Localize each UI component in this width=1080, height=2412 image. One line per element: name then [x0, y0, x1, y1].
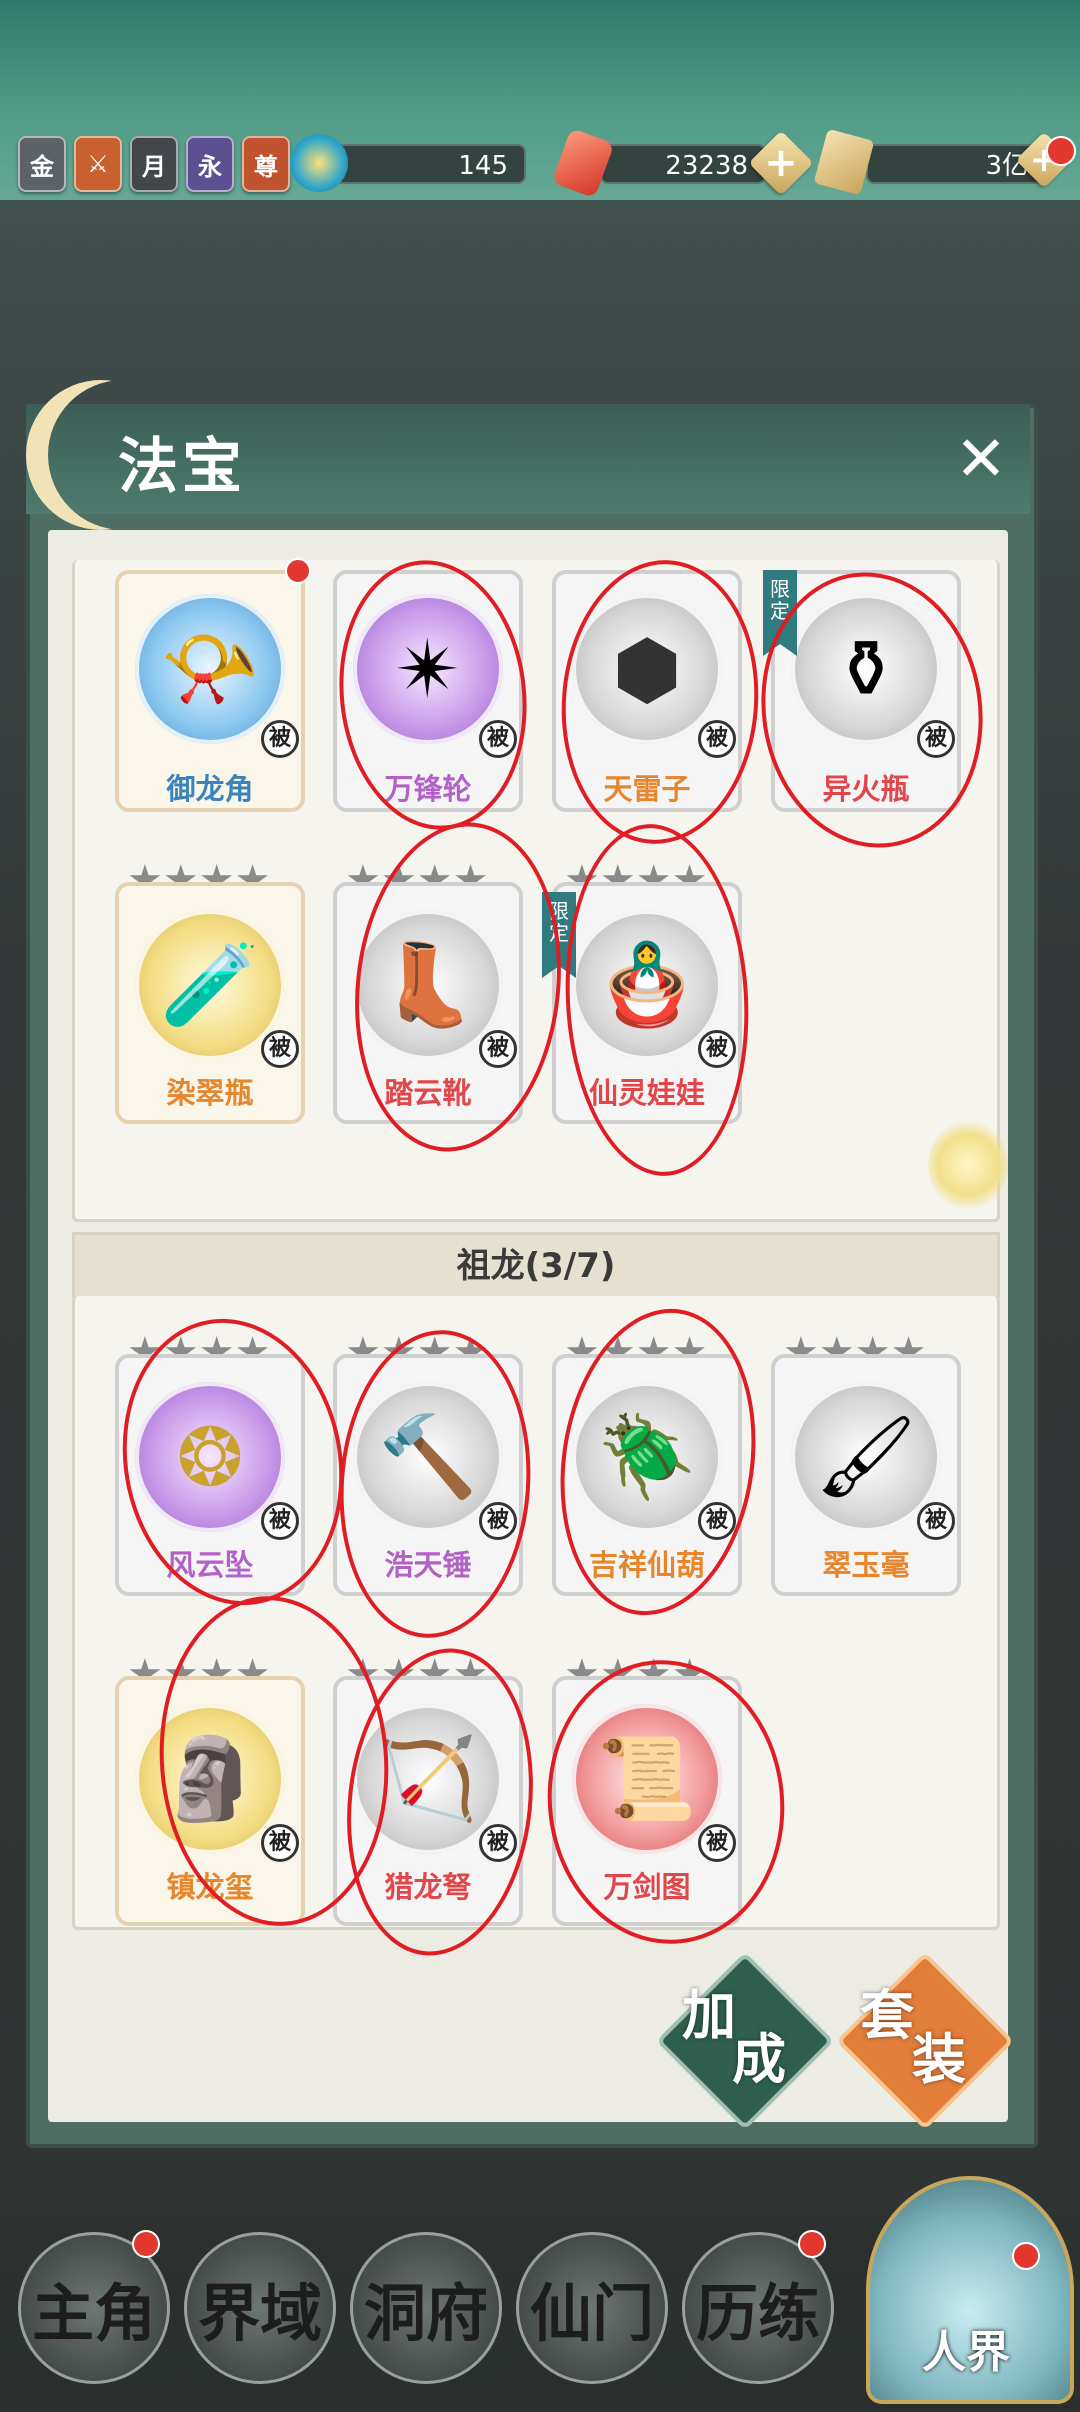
notification-dot	[798, 2230, 826, 2258]
world-realm-label: 人界	[922, 2327, 1010, 2378]
swirl-icon	[290, 134, 348, 192]
treasure-name: 仙灵娃娃	[588, 1076, 705, 1110]
bonus-label-1: 加	[682, 1983, 736, 2047]
spirit-resource-value: 145	[328, 144, 526, 184]
thunder-ball-icon: ⬢	[612, 622, 682, 716]
notification-dot	[132, 2230, 160, 2258]
nav-realm[interactable]: 界域	[184, 2232, 336, 2384]
panel-title: 法宝	[118, 432, 246, 502]
bonus-label-2: 成	[732, 2027, 786, 2091]
treasure-name: 万剑图	[603, 1870, 691, 1904]
nav-sect[interactable]: 仙门	[516, 2232, 668, 2384]
shuriken-icon: ✴	[394, 622, 462, 716]
crossed-swords-badge-icon[interactable]: ⚔	[74, 136, 122, 192]
treasure-card-zhenlongxi[interactable]: ★ ★ ★ ★ 🗿 被 镇龙玺	[115, 1654, 305, 1926]
section-title: 祖龙(3/7)	[72, 1232, 1000, 1298]
treasure-name: 翠玉毫	[822, 1548, 910, 1582]
swirl-decoration	[928, 1120, 1008, 1210]
treasure-card-tayunxue[interactable]: ★ ★ ★ ★ 👢 被 踏云靴	[333, 860, 523, 1124]
jade-bottle-icon: 🧪	[160, 938, 260, 1031]
treasure-card-fengyunzhui[interactable]: ★ ★ ★ ★ ❂ 被 风云坠	[115, 1332, 305, 1596]
notification-dot	[285, 558, 311, 584]
treasure-name: 御龙角	[166, 772, 254, 806]
horn-icon: 📯	[160, 622, 260, 715]
treasure-card-yulongjiao[interactable]: 📯 被 御龙角	[115, 570, 305, 812]
treasure-card-cuiyuhao[interactable]: ★ ★ ★ ★ 🖌 被 翠玉毫	[771, 1332, 961, 1596]
treasure-name: 风云坠	[166, 1548, 254, 1582]
treasure-name: 天雷子	[603, 772, 691, 806]
eternal-badge-icon[interactable]: 永	[186, 136, 234, 192]
nav-cave[interactable]: 洞府	[350, 2232, 502, 2384]
passive-badge: 被	[698, 720, 736, 758]
treasure-card-wanfenglun[interactable]: ✴ 被 万锋轮	[333, 570, 523, 812]
treasure-name: 猎龙弩	[384, 1870, 472, 1904]
treasure-name: 染翠瓶	[166, 1076, 254, 1110]
treasure-card-jixiangxianhu[interactable]: ★ ★ ★ ★ 🪲 被 吉祥仙葫	[552, 1332, 742, 1596]
passive-badge: 被	[479, 1030, 517, 1068]
treasure-card-yihuoping[interactable]: ⚱ 被 异火瓶 限定	[763, 570, 961, 812]
dragon-seal-icon: 🗿	[160, 1732, 260, 1825]
treasure-card-rancuiping[interactable]: ★ ★ ★ ★ 🧪 被 染翠瓶	[115, 860, 305, 1124]
set-label-2: 装	[912, 2027, 966, 2091]
passive-badge: 被	[698, 1502, 736, 1540]
treasure-name: 万锋轮	[384, 772, 472, 806]
treasure-card-tianleizi[interactable]: ⬢ 被 天雷子	[552, 570, 742, 812]
treasure-name: 浩天锤	[384, 1548, 472, 1582]
treasure-name: 异火瓶	[822, 772, 910, 806]
crossbow-icon: 🏹	[378, 1732, 478, 1825]
treasure-card-haotianchui[interactable]: ★ ★ ★ ★ 🔨 被 浩天锤	[333, 1332, 523, 1596]
beetle-icon: 🪲	[597, 1410, 697, 1503]
pendant-icon: ❂	[176, 1410, 244, 1504]
treasure-card-wanjiantu[interactable]: ★ ★ ★ ★ 📜 被 万剑图	[552, 1654, 742, 1926]
treasure-card-xianlingwawa[interactable]: ★ ★ ★ ★ 🪆 被 仙灵娃娃 限定	[542, 860, 742, 1124]
supreme-badge-icon[interactable]: 尊	[242, 136, 290, 192]
passive-badge: 被	[917, 1502, 955, 1540]
passive-badge: 被	[261, 720, 299, 758]
brush-icon: 🖌	[815, 1410, 917, 1503]
gold-badge-icon[interactable]: 金	[18, 136, 66, 192]
limited-tag: 限定	[542, 892, 576, 978]
treasure-name: 镇龙玺	[166, 1870, 254, 1904]
spirit-doll-icon: 🪆	[597, 938, 697, 1031]
passive-badge: 被	[479, 1502, 517, 1540]
passive-badge: 被	[479, 1824, 517, 1862]
notification-dot	[1046, 136, 1076, 166]
crystal-resource-value: 23238	[600, 144, 766, 184]
close-button[interactable]: ✕	[950, 428, 1012, 490]
set-label-1: 套	[860, 1983, 914, 2047]
treasure-name: 踏云靴	[384, 1076, 472, 1110]
hammer-icon: 🔨	[378, 1410, 478, 1503]
scroll-icon: 📜	[597, 1732, 697, 1825]
cloud-boots-icon: 👢	[378, 938, 478, 1031]
fire-bottle-icon: ⚱	[832, 622, 900, 716]
add-crystal-button[interactable]: +	[748, 130, 814, 196]
treasure-name: 吉祥仙葫	[588, 1548, 705, 1582]
title-badges: 金 ⚔ 月 永 尊	[18, 136, 290, 192]
passive-badge: 被	[698, 1824, 736, 1862]
passive-badge: 被	[261, 1502, 299, 1540]
passive-badge: 被	[261, 1824, 299, 1862]
passive-badge: 被	[698, 1030, 736, 1068]
passive-badge: 被	[261, 1030, 299, 1068]
limited-tag: 限定	[763, 570, 797, 656]
notification-dot	[1012, 2242, 1040, 2270]
moon-badge-icon[interactable]: 月	[130, 136, 178, 192]
treasure-card-lielongnu[interactable]: ★ ★ ★ ★ 🏹 被 猎龙弩	[333, 1654, 523, 1926]
passive-badge: 被	[917, 720, 955, 758]
passive-badge: 被	[479, 720, 517, 758]
